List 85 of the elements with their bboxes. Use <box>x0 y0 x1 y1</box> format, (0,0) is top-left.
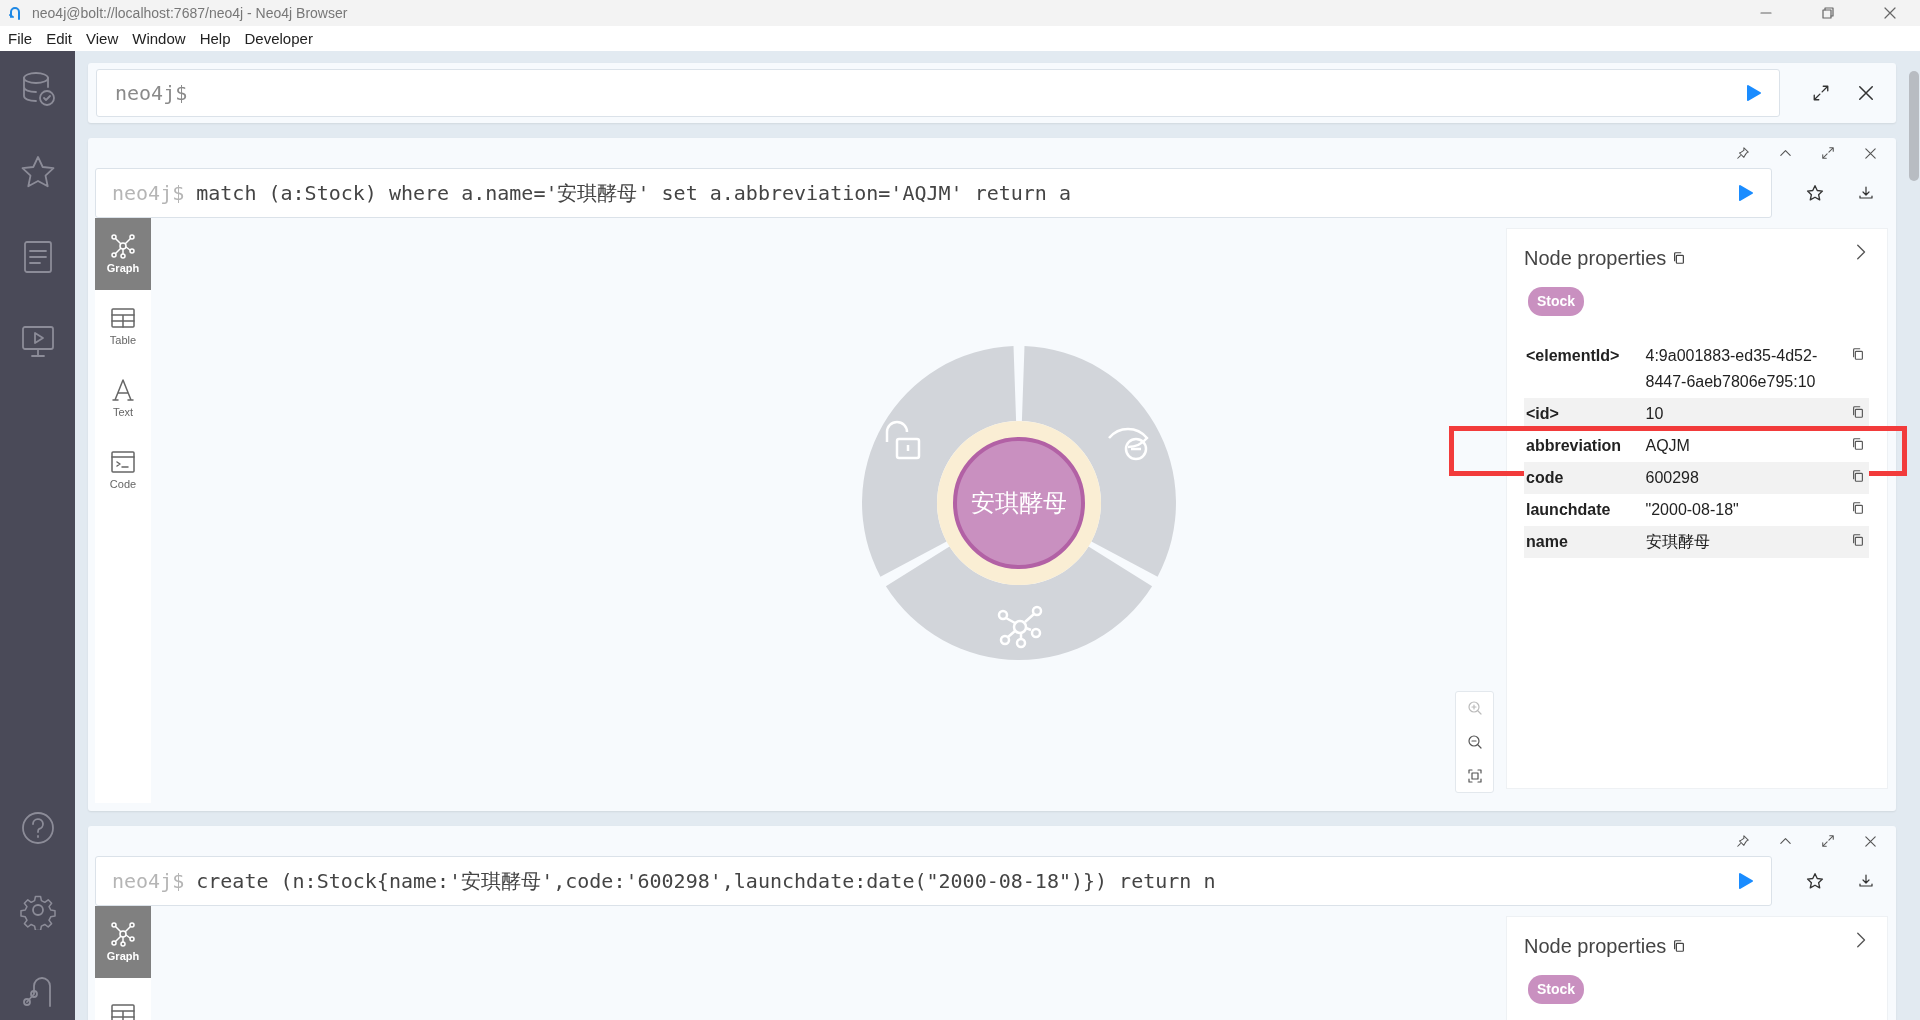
fullscreen-button[interactable] <box>1821 146 1835 161</box>
graph-icon <box>109 920 137 949</box>
close-icon <box>1863 145 1878 161</box>
hide-node-segment[interactable] <box>1021 346 1176 578</box>
download-icon <box>1858 185 1874 202</box>
unlock-node-segment[interactable] <box>862 346 1017 578</box>
star-icon <box>1806 184 1824 203</box>
play-icon <box>1745 84 1763 103</box>
view-tab[interactable]: Code <box>95 434 151 507</box>
zoom-out-button[interactable] <box>1466 734 1483 751</box>
property-value: 10 <box>1645 404 1665 425</box>
query-text: match (a:Stock) where a.name='安琪酵母' set a.abbreviation='AQJM' return a <box>196 180 1072 208</box>
view-tab[interactable]: Graph <box>95 218 151 291</box>
play-icon <box>1737 872 1755 891</box>
copy-icon[interactable] <box>1851 347 1865 362</box>
property-value: "2000-08-18" <box>1645 500 1740 521</box>
pin-button[interactable] <box>1736 834 1750 849</box>
menu-item[interactable]: Developer <box>244 27 313 51</box>
pin-icon <box>1736 146 1750 161</box>
view-tab[interactable]: Table <box>95 290 151 363</box>
expand-button[interactable] <box>1812 84 1830 103</box>
restore-icon <box>1820 5 1836 22</box>
fit-view-icon <box>1466 768 1483 785</box>
query-editor[interactable]: neo4j$ match (a:Stock) where a.name='安琪酵母' set a.abbreviation='AQJM' return a <box>95 168 1772 219</box>
query-editor[interactable]: neo4j$ create (n:Stock{name:'安琪酵母',code:'600298',launchdate:date("2000-08-18")}) return n <box>95 856 1772 907</box>
favorite-button[interactable] <box>1806 872 1824 891</box>
close-frame-button[interactable] <box>1863 145 1878 161</box>
download-button[interactable] <box>1858 873 1874 890</box>
star-icon <box>1806 872 1824 891</box>
copy-icon[interactable] <box>1851 533 1865 548</box>
copy-icon[interactable] <box>1851 437 1865 452</box>
property-key: <elementId> <box>1526 343 1630 396</box>
panel-title: Node properties <box>1524 246 1667 272</box>
expand-icon <box>1812 84 1830 103</box>
expand-icon <box>1821 146 1835 161</box>
property-value: 安琪酵母 <box>1645 532 1711 553</box>
zoom-in-icon <box>1466 700 1483 717</box>
unlock-icon <box>885 421 921 460</box>
query-text: create (n:Stock{name:'安琪酵母',code:'600298',launchdate:date("2000-08-18")}) return n <box>196 868 1217 896</box>
property-key: launchdate <box>1526 497 1630 524</box>
download-button[interactable] <box>1858 185 1874 202</box>
run-button[interactable] <box>1737 872 1755 891</box>
pin-icon <box>1736 834 1750 849</box>
view-tab[interactable]: Graph <box>95 906 151 979</box>
view-tab[interactable]: Text <box>95 362 151 435</box>
expand-icon <box>1821 834 1835 849</box>
prompt-text: neo4j$ <box>112 180 185 208</box>
fullscreen-button[interactable] <box>1821 834 1835 849</box>
menu-item[interactable]: File <box>8 27 33 51</box>
download-icon <box>1858 873 1874 890</box>
property-value: 600298 <box>1645 468 1700 489</box>
menu-item[interactable]: View <box>86 27 119 51</box>
copy-icon[interactable] <box>1672 251 1687 266</box>
close-icon <box>1863 833 1878 849</box>
pin-button[interactable] <box>1736 146 1750 161</box>
copy-icon[interactable] <box>1851 469 1865 484</box>
run-button[interactable] <box>1745 84 1763 103</box>
menu-item[interactable]: Window <box>132 27 186 51</box>
copy-icon[interactable] <box>1851 405 1865 420</box>
property-value: 4:9a001883-ed35-4d52-8447-6aeb7806e795:10 <box>1645 346 1819 393</box>
property-value: AQJM <box>1645 436 1691 457</box>
menu-item[interactable]: Edit <box>46 27 73 51</box>
property-key: <id> <box>1526 401 1630 428</box>
zoom-out-icon <box>1466 734 1483 751</box>
prompt-text: neo4j$ <box>112 868 185 896</box>
favorite-button[interactable] <box>1806 184 1824 203</box>
graph-icon <box>997 606 1043 649</box>
copy-icon[interactable] <box>1851 501 1865 516</box>
copy-icon[interactable] <box>1672 939 1687 954</box>
fit-button[interactable] <box>1466 768 1483 785</box>
close-frame-button[interactable] <box>1863 833 1878 849</box>
property-key: name <box>1526 529 1630 556</box>
menu-item[interactable]: Help <box>199 27 231 51</box>
window-restore-button[interactable] <box>1820 5 1836 22</box>
panel-title: Node properties <box>1524 934 1667 960</box>
property-key: abbreviation <box>1526 433 1630 460</box>
run-button[interactable] <box>1737 184 1755 203</box>
play-icon <box>1737 184 1755 203</box>
graph-icon <box>109 232 137 261</box>
minimize-icon <box>1758 12 1774 15</box>
expand-node-segment[interactable] <box>885 546 1153 661</box>
property-key: code <box>1526 465 1630 492</box>
window-title: neo4j@bolt://localhost:7687/neo4j - Neo4j Browser <box>32 3 349 23</box>
scrollbar-thumb[interactable] <box>1909 71 1919 182</box>
query-editor[interactable]: neo4j$ <box>96 69 1780 118</box>
